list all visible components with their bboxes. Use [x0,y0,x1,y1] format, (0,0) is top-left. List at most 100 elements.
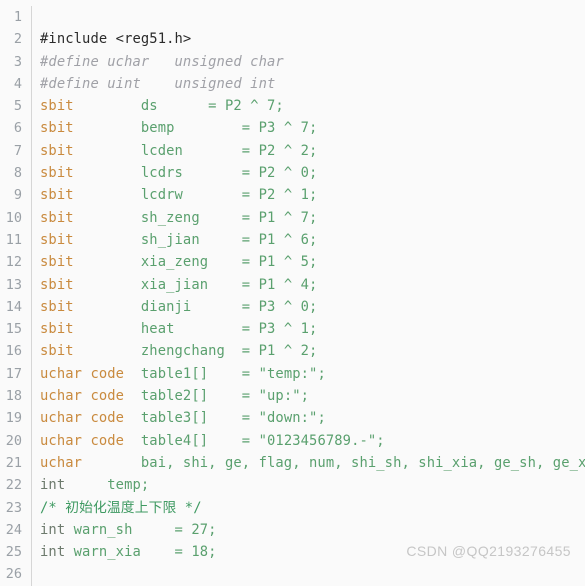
code-line[interactable]: 2 #include <reg51.h> [0,28,585,51]
line-number: 13 [0,273,32,296]
line-number: 20 [0,429,32,452]
line-content[interactable]: #define uchar unsigned char [32,51,585,73]
line-number: 5 [0,95,32,118]
line-number: 19 [0,407,32,430]
code-token: = [241,365,259,382]
code-token: = [140,544,192,561]
line-content[interactable]: uchar code table4[] = "0123456789.-"; [32,430,585,452]
line-content[interactable]: sbit zhengchang = P1 ^ 2; [32,340,585,362]
line-content[interactable]: sbit bemp = P3 ^ 7; [32,117,585,139]
code-line[interactable]: 11 sbit sh_jian = P1 ^ 6; [0,228,585,252]
line-number: 14 [0,295,32,319]
line-content[interactable]: /* 初始化温度上下限 */ [32,497,585,519]
code-token: int [40,544,66,561]
code-token: lcdrs [73,165,242,182]
code-line[interactable]: 23 /* 初始化温度上下限 */ [0,496,585,519]
code-line[interactable]: 17 uchar code table1[] = "temp:"; [0,362,585,386]
code-line[interactable]: 3 #define uchar unsigned char [0,50,585,73]
code-token: ds [73,98,209,115]
line-content[interactable]: uchar code table3[] = "down:"; [32,407,585,429]
code-line[interactable]: 8 sbit lcdrs = P2 ^ 0; [0,162,585,185]
code-line[interactable]: 1 [0,6,585,29]
line-content[interactable]: uchar bai, shi, ge, flag, num, shi_sh, s… [32,452,585,474]
code-token: = P3 ^ 0; [241,298,318,315]
code-line[interactable]: 7 sbit lcden = P2 ^ 2; [0,139,585,163]
code-token: #define uint unsigned int [40,75,276,92]
code-line[interactable]: 5 sbit ds = P2 ^ 7; [0,95,585,118]
code-token: temp; [65,477,150,494]
code-line[interactable]: 9 sbit lcdrw = P2 ^ 1; [0,184,585,207]
code-token: sbit [40,343,74,360]
line-content[interactable]: uchar code table1[] = "temp:"; [32,363,585,385]
line-number: 22 [0,474,32,497]
line-content[interactable]: sbit heat = P3 ^ 1; [32,318,585,340]
line-content[interactable]: sbit ds = P2 ^ 7; [32,95,585,117]
code-token: 18; [191,544,217,561]
code-token: = P2 ^ 2; [241,142,318,159]
code-line[interactable]: 4 #define uint unsigned int [0,72,585,96]
code-token: #include <reg51.h> [40,31,192,48]
line-content[interactable]: uchar code table2[] = "up:"; [32,385,585,407]
code-line[interactable]: 21 uchar bai, shi, ge, flag, num, shi_sh,… [0,451,585,475]
code-line[interactable]: 26 [0,563,585,586]
code-line[interactable]: 19 uchar code table3[] = "down:"; [0,407,585,430]
code-token: = P1 ^ 5; [241,254,318,271]
code-token: "0123456789.-"; [258,432,385,449]
line-content[interactable]: #include <reg51.h> [32,28,585,50]
line-number: 23 [0,496,32,519]
line-content[interactable] [32,6,585,28]
code-token: int [40,477,66,494]
code-token: bemp [73,120,242,137]
code-token: /* 初始化温度上下限 */ [40,499,202,516]
code-token: zhengchang [73,343,242,360]
line-number: 12 [0,251,32,274]
code-token: = P1 ^ 7; [241,209,318,226]
code-line[interactable]: 6 sbit bemp = P3 ^ 7; [0,117,585,140]
code-editor[interactable]: 1 2 #include <reg51.h> 3 #define uchar unsi… [0,0,585,586]
code-token: lcdrw [73,187,242,204]
code-token: table4[] [124,432,242,449]
code-line[interactable]: 15 sbit heat = P3 ^ 1; [0,318,585,341]
line-number: 4 [0,72,32,96]
line-number: 8 [0,162,32,185]
code-token: sbit [40,165,74,182]
code-token: = P2 ^ 1; [241,187,318,204]
code-line[interactable]: 24 int warn_sh = 27; [0,518,585,542]
line-content[interactable]: int temp; [32,474,585,496]
line-content[interactable]: int warn_xia = 18; [32,541,585,563]
line-content[interactable]: sbit lcden = P2 ^ 2; [32,140,585,162]
code-token: sbit [40,142,74,159]
code-token: = P1 ^ 4; [241,276,318,293]
line-number: 25 [0,541,32,564]
line-number: 17 [0,362,32,386]
code-token: sbit [40,254,74,271]
line-number: 2 [0,28,32,51]
line-content[interactable]: #define uint unsigned int [32,73,585,95]
code-line[interactable]: 13 sbit xia_jian = P1 ^ 4; [0,273,585,296]
code-token: sbit [40,298,74,315]
code-line[interactable]: 10 sbit sh_zeng = P1 ^ 7; [0,206,585,229]
code-line[interactable]: 22 int temp; [0,474,585,497]
code-token: table1[] [124,365,242,382]
code-token: sh_zeng [73,209,242,226]
code-token: warn_xia [65,544,141,561]
code-token: = P3 ^ 7; [241,120,318,137]
line-content[interactable]: sbit sh_jian = P1 ^ 6; [32,229,585,251]
line-content[interactable]: sbit xia_jian = P1 ^ 4; [32,274,585,296]
code-token: bai, shi, ge, flag, num, shi_sh, shi_xia… [82,454,585,471]
line-content[interactable]: sbit lcdrs = P2 ^ 0; [32,162,585,184]
code-line[interactable]: 12 sbit xia_zeng = P1 ^ 5; [0,251,585,274]
line-content[interactable]: sbit sh_zeng = P1 ^ 7; [32,207,585,229]
line-content[interactable]: sbit dianji = P3 ^ 0; [32,296,585,318]
code-line[interactable]: 18 uchar code table2[] = "up:"; [0,385,585,408]
line-content[interactable] [32,563,585,585]
code-line-list: 1 2 #include <reg51.h> 3 #define uchar unsi… [0,6,585,586]
line-content[interactable]: sbit xia_zeng = P1 ^ 5; [32,251,585,273]
code-line[interactable]: 16 sbit zhengchang = P1 ^ 2; [0,340,585,363]
code-line[interactable]: 20 uchar code table4[] = "0123456789.-"; [0,429,585,452]
line-content[interactable]: int warn_sh = 27; [32,519,585,541]
code-line[interactable]: 25 int warn_xia = 18; [0,541,585,564]
code-line[interactable]: 14 sbit dianji = P3 ^ 0; [0,295,585,319]
code-token: table3[] [124,410,242,427]
line-content[interactable]: sbit lcdrw = P2 ^ 1; [32,184,585,206]
